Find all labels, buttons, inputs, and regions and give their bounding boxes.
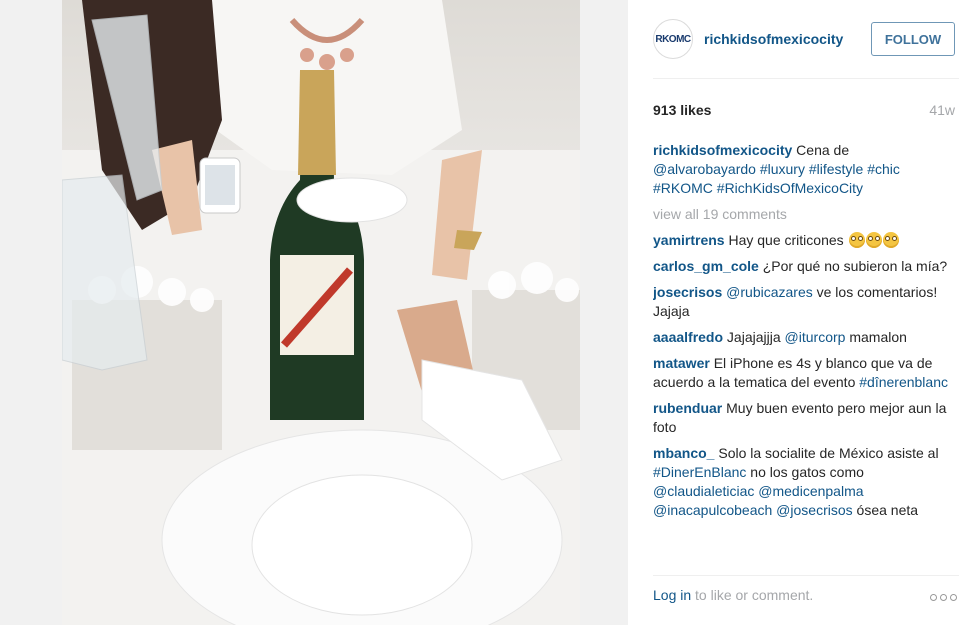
comment-author[interactable]: rubenduar [653,400,722,416]
comment-text: mamalon [845,329,907,345]
dot [940,594,947,601]
comment-author[interactable]: josecrisos [653,284,722,300]
comment-mention[interactable]: @iturcorp [785,329,846,345]
flushed-face-emoji-icon [882,232,899,248]
caption-author[interactable]: richkidsofmexicocity [653,142,792,158]
comment: rubenduar Muy buen evento pero mejor aun… [653,399,955,437]
comment: josecrisos @rubicazares ve los comentari… [653,283,955,321]
comment-author[interactable]: carlos_gm_cole [653,258,759,274]
likes-count[interactable]: 913 likes [653,102,711,118]
login-link[interactable]: Log in [653,587,691,603]
comment: aaaalfredo Jajajajjja @iturcorp mamalon [653,328,955,347]
comment: matawer El iPhone es 4s y blanco que va … [653,354,955,392]
flushed-face-emoji-icon [865,232,882,248]
post-age[interactable]: 41w [929,102,955,118]
photo-illustration [62,0,580,625]
view-all-comments-link[interactable]: view all 19 comments [653,205,955,224]
post-header: RKOMC richkidsofmexicocity FOLLOW [653,18,959,79]
comment-text: no los gatos como [746,464,864,480]
post-photo[interactable] [62,0,580,625]
comment-author[interactable]: yamirtrens [653,232,725,248]
comment-author[interactable]: aaaalfredo [653,329,723,345]
comment-mention[interactable]: @rubicazares [726,284,813,300]
follow-button[interactable]: FOLLOW [871,22,955,56]
comment-author[interactable]: mbanco_ [653,445,714,461]
comments-list: richkidsofmexicocity Cena de @alvarobaya… [653,141,955,561]
comment: mbanco_ Solo la socialite de México asis… [653,444,955,520]
avatar-text: RKOMC [655,33,691,45]
dot [950,594,957,601]
post-footer: Log in to like or comment. [653,575,959,616]
username-link[interactable]: richkidsofmexicocity [704,31,843,47]
caption: richkidsofmexicocity Cena de @alvarobaya… [653,141,955,198]
comment-author[interactable]: matawer [653,355,710,371]
comment-hashtag[interactable]: #DinerEnBlanc [653,464,746,480]
caption-text: Cena de [792,142,850,158]
comment-text: ¿Por qué no subieron la mía? [758,258,948,274]
comment: yamirtrens Hay que criticones [653,231,955,250]
comment-text: ósea neta [852,502,919,518]
caption-mention[interactable]: @alvarobayardo [653,161,756,177]
comment-text: Solo la socialite de México asiste al [714,445,939,461]
more-options-icon[interactable] [930,594,957,601]
comment-hashtag[interactable]: #dînerenblanc [859,374,948,390]
comment-mentions[interactable]: @claudialeticiac @medicenpalma @inacapul… [653,483,864,518]
comment-text: Hay que criticones [724,232,848,248]
comment-text: Jajajajjja [723,329,785,345]
login-prompt: Log in to like or comment. [653,587,813,603]
dot [930,594,937,601]
flushed-face-emoji-icon [848,232,865,248]
likes-row: 913 likes 41w [653,102,955,122]
post-side-panel: RKOMC richkidsofmexicocity FOLLOW 913 li… [628,0,980,625]
comment: carlos_gm_cole ¿Por qué no subieron la m… [653,257,955,276]
login-prompt-text: to like or comment. [691,587,814,603]
photo-area [0,0,628,625]
avatar[interactable]: RKOMC [653,19,693,59]
